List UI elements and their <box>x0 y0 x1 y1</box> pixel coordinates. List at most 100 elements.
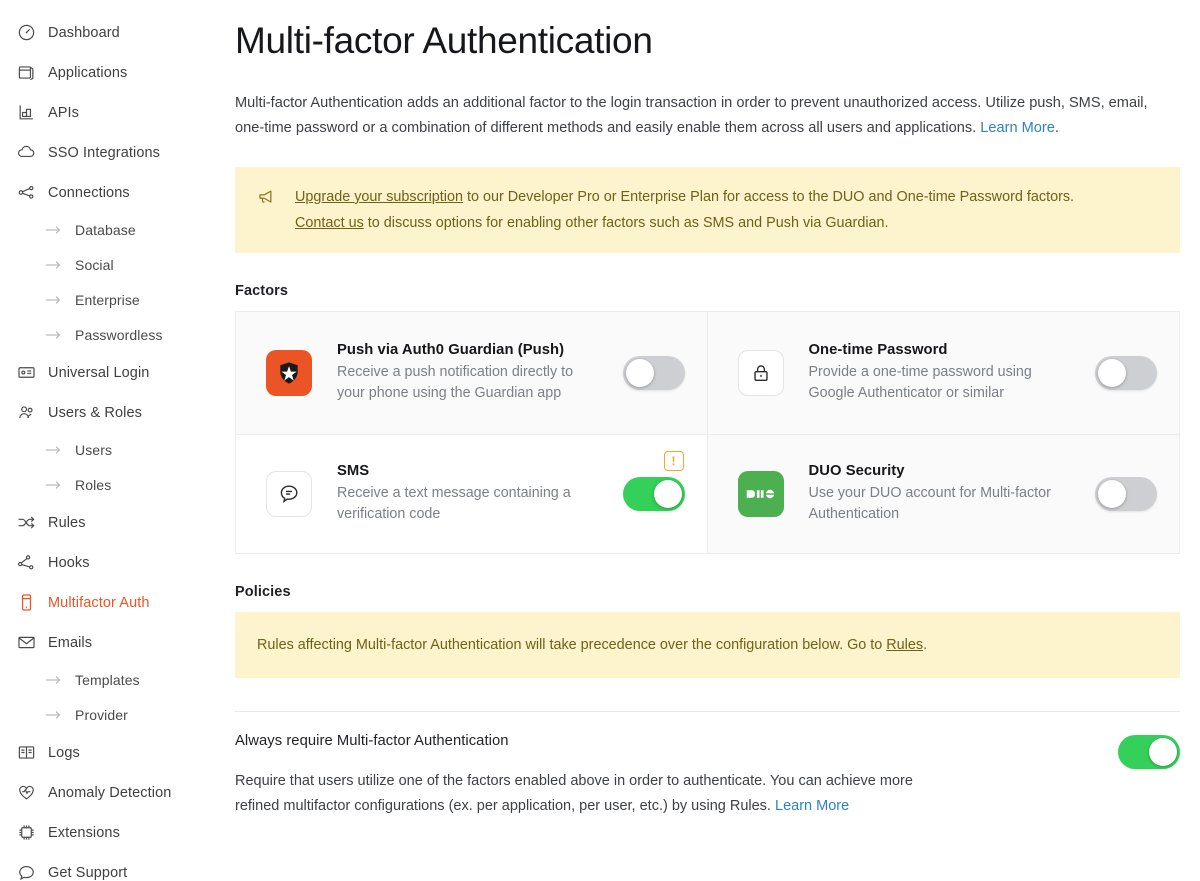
factor-body: SMS Receive a text message containing a … <box>337 463 601 525</box>
sidebar-subitem-label: Roles <box>75 477 112 493</box>
sidebar-subitem-label: Social <box>75 257 114 273</box>
sidebar-item-label: Applications <box>48 64 128 81</box>
sidebar-item-label: SSO Integrations <box>48 144 161 161</box>
sidebar-subitem-roles[interactable]: Roles <box>0 473 235 497</box>
sidebar-item-label: Users & Roles <box>48 404 142 421</box>
sidebar-subitem-templates[interactable]: Templates <box>0 668 235 692</box>
book-icon <box>15 742 37 764</box>
factor-card-one-time-password[interactable]: One-time Password Provide a one-time pas… <box>707 312 1179 435</box>
sidebar-item-hooks[interactable]: Hooks <box>0 548 235 577</box>
factors-grid: Push via Auth0 Guardian (Push) Receive a… <box>235 311 1180 554</box>
factor-body: One-time Password Provide a one-time pas… <box>809 342 1074 404</box>
sidebar-subitem-label: Passwordless <box>75 327 163 343</box>
toggle-duo-security[interactable] <box>1095 477 1157 511</box>
factor-toggle-wrap <box>601 356 685 390</box>
sidebar-subitem-users[interactable]: Users <box>0 438 235 462</box>
sidebar-subitem-provider[interactable]: Provider <box>0 703 235 727</box>
rules-icon <box>15 512 37 534</box>
arrow-right-icon <box>45 258 62 272</box>
toggle-one-time-password[interactable] <box>1095 356 1157 390</box>
sidebar-item-logs[interactable]: Logs <box>0 738 235 767</box>
sidebar-item-universal-login[interactable]: Universal Login <box>0 358 235 387</box>
upgrade-banner-text: Upgrade your subscription to our Develop… <box>295 184 1074 236</box>
gauge-icon <box>15 22 37 44</box>
page-title: Multi-factor Authentication <box>235 20 653 61</box>
sidebar-item-anomaly-detection[interactable]: Anomaly Detection <box>0 778 235 807</box>
toggle-knob <box>1098 359 1126 387</box>
sidebar-item-applications[interactable]: Applications <box>0 58 235 87</box>
upgrade-subscription-link[interactable]: Upgrade your subscription <box>295 189 463 205</box>
factor-title: One-time Password <box>808 342 948 358</box>
toggle-knob <box>1149 738 1177 766</box>
sidebar-subitem-label: Users <box>75 442 113 458</box>
factor-title: Push via Auth0 Guardian (Push) <box>337 342 565 358</box>
toggle-knob <box>625 359 654 387</box>
toggle-sms[interactable] <box>622 477 685 511</box>
sidebar-subitem-social[interactable]: Social <box>0 253 235 277</box>
sidebar-item-label: Emails <box>48 634 93 651</box>
sidebar-item-label: Logs <box>48 744 80 761</box>
duo-icon <box>737 471 784 517</box>
users-icon <box>15 402 37 424</box>
factor-body: Push via Auth0 Guardian (Push) Receive a… <box>337 342 601 404</box>
app-root: Dashboard Applications APIs SSO Integrat… <box>0 0 1200 881</box>
sidebar-item-connections[interactable]: Connections <box>0 178 235 207</box>
upgrade-line-2-rest: to discuss options for enabling other fa… <box>363 215 889 231</box>
factor-body: DUO Security Use your DUO account for Mu… <box>809 463 1074 525</box>
sidebar-item-label: Anomaly Detection <box>48 784 172 801</box>
always-require-learn-more-link[interactable]: Learn More <box>775 798 849 814</box>
section-divider <box>235 711 1180 712</box>
main-content: Multi-factor Authentication Multi-factor… <box>235 0 1200 881</box>
sidebar-subitem-enterprise[interactable]: Enterprise <box>0 288 235 312</box>
envelope-icon <box>15 632 37 654</box>
sidebar-subitem-label: Enterprise <box>75 292 140 308</box>
toggle-knob <box>653 480 682 508</box>
sidebar-item-label: APIs <box>48 104 80 121</box>
factor-toggle-wrap <box>1073 477 1157 511</box>
sms-bubble-icon <box>266 471 312 517</box>
sidebar-item-extensions[interactable]: Extensions <box>0 818 235 847</box>
sidebar-item-rules[interactable]: Rules <box>0 508 235 537</box>
policies-heading: Policies <box>235 584 291 600</box>
sidebar-subitem-passwordless[interactable]: Passwordless <box>0 323 235 347</box>
contact-us-link[interactable]: Contact us <box>295 215 364 231</box>
sidebar-item-apis[interactable]: APIs <box>0 98 235 127</box>
arrow-right-icon <box>45 708 62 722</box>
connections-icon <box>15 182 37 204</box>
auth0-guardian-icon <box>266 350 312 396</box>
upgrade-line-1-rest: to our Developer Pro or Enterprise Plan … <box>462 189 1075 205</box>
rules-link[interactable]: Rules <box>886 637 923 653</box>
learn-more-link[interactable]: Learn More <box>980 120 1055 136</box>
sidebar-item-label: Dashboard <box>48 24 120 41</box>
sidebar-item-sso-integrations[interactable]: SSO Integrations <box>0 138 235 167</box>
warning-badge-sms[interactable]: ! <box>663 451 684 471</box>
apis-icon <box>15 102 37 124</box>
factor-title: DUO Security <box>808 463 905 479</box>
sidebar-item-label: Universal Login <box>48 364 150 381</box>
sidebar-subitem-label: Database <box>75 222 136 238</box>
sidebar-item-multifactor-auth[interactable]: Multifactor Auth <box>0 588 235 617</box>
arrow-right-icon <box>45 293 62 307</box>
factor-title: SMS <box>337 463 370 479</box>
sidebar-item-label: Extensions <box>48 824 120 841</box>
sidebar-item-label: Get Support <box>48 864 128 881</box>
factor-card-duo-security[interactable]: DUO Security Use your DUO account for Mu… <box>707 435 1179 553</box>
factor-card-sms[interactable]: SMS Receive a text message containing a … <box>236 435 708 553</box>
sidebar-item-get-support[interactable]: Get Support <box>0 858 235 881</box>
sidebar-item-dashboard[interactable]: Dashboard <box>0 18 235 47</box>
sidebar-item-users-roles[interactable]: Users & Roles <box>0 398 235 427</box>
factor-description: Receive a push notification directly to … <box>337 364 574 401</box>
factor-toggle-wrap <box>1073 356 1157 390</box>
toggle-push-guardian[interactable] <box>622 356 685 390</box>
sidebar-subitem-database[interactable]: Database <box>0 218 235 242</box>
factor-toggle-wrap: ! <box>601 451 685 511</box>
factor-card-push-guardian[interactable]: Push via Auth0 Guardian (Push) Receive a… <box>236 312 708 435</box>
page-description-period: . <box>1054 120 1059 136</box>
factors-heading: Factors <box>235 283 289 299</box>
cloud-icon <box>15 142 37 164</box>
page-description: Multi-factor Authentication adds an addi… <box>235 91 1180 141</box>
sidebar-item-emails[interactable]: Emails <box>0 628 235 657</box>
sidebar: Dashboard Applications APIs SSO Integrat… <box>0 0 235 881</box>
arrow-right-icon <box>45 673 62 687</box>
toggle-always-require-mfa[interactable] <box>1118 735 1180 769</box>
